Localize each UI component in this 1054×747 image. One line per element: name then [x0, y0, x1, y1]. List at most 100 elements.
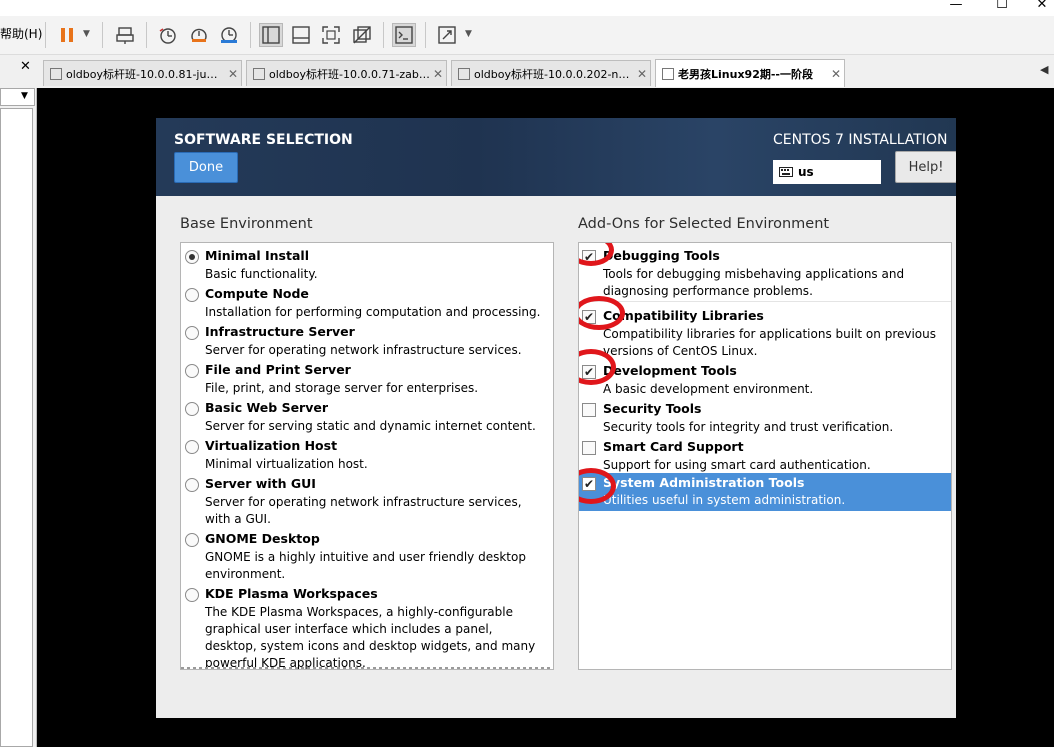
library-tree[interactable] [0, 108, 33, 747]
window-title-bar: — ☐ ✕ [0, 0, 1054, 16]
addon-desc: Support for using smart card authenticat… [603, 458, 871, 472]
vm-icon [662, 67, 674, 80]
send-keys-icon[interactable] [114, 23, 138, 47]
revert-snapshot-icon[interactable] [187, 23, 211, 47]
vm-icon [50, 67, 62, 80]
library-dropdown[interactable]: ▼ [0, 88, 35, 106]
env-desc: Server for operating network infrastruct… [205, 343, 522, 357]
tab-label: oldboy标杆班-10.0.0.81-jum... [66, 67, 225, 81]
console-icon[interactable] [392, 23, 416, 47]
addons-list[interactable]: ✔ Debugging Tools Tools for debugging mi… [578, 242, 952, 670]
close-icon[interactable]: ✕ [828, 67, 844, 81]
env-desc: Basic functionality. [205, 267, 318, 281]
env-desc: The KDE Plasma Workspaces, a highly-conf… [205, 605, 536, 670]
addon-desc: Compatibility libraries for applications… [603, 327, 936, 358]
maximize-button[interactable]: ☐ [982, 0, 1022, 12]
anaconda-installer: SOFTWARE SELECTION Done CENTOS 7 INSTALL… [156, 118, 956, 718]
tab-label: oldboy标杆班-10.0.0.202-ne... [474, 67, 634, 81]
close-library-icon[interactable]: ✕ [20, 59, 31, 74]
env-gnome-desktop[interactable]: GNOME Desktop GNOME is a highly intuitiv… [181, 530, 553, 583]
radio-button[interactable] [185, 533, 199, 547]
env-desc: Server for operating network infrastruct… [205, 495, 522, 526]
env-kde-plasma[interactable]: KDE Plasma Workspaces The KDE Plasma Wor… [181, 585, 553, 670]
close-icon[interactable]: ✕ [430, 67, 446, 81]
chevron-down-icon: ▼ [21, 91, 28, 101]
env-minimal-install[interactable]: Minimal Install Basic functionality. [181, 247, 553, 283]
addon-debugging-tools[interactable]: ✔ Debugging Tools Tools for debugging mi… [579, 247, 951, 300]
radio-button[interactable] [185, 588, 199, 602]
toolbar-separator [250, 22, 251, 48]
env-basic-web-server[interactable]: Basic Web Server Server for serving stat… [181, 399, 553, 435]
env-name: Basic Web Server [205, 400, 329, 415]
chevron-down-icon[interactable]: ▼ [465, 29, 472, 39]
keyboard-layout-indicator[interactable]: us [773, 160, 881, 184]
stretch-guest-icon[interactable] [435, 23, 459, 47]
vm-icon [458, 67, 470, 80]
addon-name: Security Tools [603, 401, 702, 416]
env-name: Compute Node [205, 286, 309, 301]
env-desc: GNOME is a highly intuitive and user fri… [205, 550, 526, 581]
env-virtualization-host[interactable]: Virtualization Host Minimal virtualizati… [181, 437, 553, 473]
addon-system-administration-tools[interactable]: ✔ System Administration Tools Utilities … [579, 473, 951, 511]
product-title: CENTOS 7 INSTALLATION [773, 132, 948, 148]
tab-label: 老男孩Linux92期--一阶段 [678, 67, 813, 81]
vmware-toolbar: 帮助(H) ▼ ▼ [0, 16, 1054, 55]
env-name: KDE Plasma Workspaces [205, 586, 378, 601]
env-desc: File, print, and storage server for ente… [205, 381, 479, 395]
tab-vm-ne[interactable]: oldboy标杆班-10.0.0.202-ne... ✕ [451, 60, 651, 86]
close-icon[interactable]: ✕ [225, 67, 241, 81]
env-name: GNOME Desktop [205, 531, 320, 546]
addon-name: Smart Card Support [603, 439, 744, 454]
addon-compatibility-libraries[interactable]: ✔ Compatibility Libraries Compatibility … [579, 307, 951, 360]
show-thumbnail-icon[interactable] [289, 23, 313, 47]
radio-button[interactable] [185, 364, 199, 378]
radio-button[interactable] [185, 440, 199, 454]
done-button[interactable]: Done [174, 152, 238, 183]
addon-name: Compatibility Libraries [603, 308, 764, 323]
base-environment-list[interactable]: Minimal Install Basic functionality. Com… [180, 242, 554, 670]
radio-button[interactable] [185, 250, 199, 264]
addon-development-tools[interactable]: ✔ Development Tools A basic development … [579, 362, 951, 398]
toolbar-separator [146, 22, 147, 48]
toolbar-separator [383, 22, 384, 48]
help-button[interactable]: Help! [895, 151, 956, 183]
tab-vm-jump[interactable]: oldboy标杆班-10.0.0.81-jum... ✕ [43, 60, 242, 86]
radio-button[interactable] [185, 288, 199, 302]
env-desc: Installation for performing computation … [205, 305, 541, 319]
chevron-down-icon[interactable]: ▼ [83, 29, 90, 39]
installer-header: SOFTWARE SELECTION Done CENTOS 7 INSTALL… [156, 118, 956, 196]
tab-vm-zabbix[interactable]: oldboy标杆班-10.0.0.71-zabbix ✕ [246, 60, 447, 86]
radio-button[interactable] [185, 402, 199, 416]
addons-heading: Add-Ons for Selected Environment [578, 216, 830, 232]
checkbox[interactable] [582, 403, 596, 417]
snapshot-manager-icon[interactable] [217, 23, 241, 47]
minimize-button[interactable]: — [936, 0, 976, 12]
pause-icon[interactable] [55, 23, 79, 47]
tab-scroll-left-icon[interactable]: ◀ [1040, 63, 1048, 76]
env-compute-node[interactable]: Compute Node Installation for performing… [181, 285, 553, 321]
env-file-print-server[interactable]: File and Print Server File, print, and s… [181, 361, 553, 397]
env-infrastructure-server[interactable]: Infrastructure Server Server for operati… [181, 323, 553, 359]
checkbox[interactable] [582, 441, 596, 455]
addon-security-tools[interactable]: Security Tools Security tools for integr… [579, 400, 951, 436]
radio-button[interactable] [185, 326, 199, 340]
base-environment-heading: Base Environment [180, 216, 313, 232]
toolbar-separator [102, 22, 103, 48]
tab-vm-linux92[interactable]: 老男孩Linux92期--一阶段 ✕ [655, 59, 845, 87]
env-desc: Server for serving static and dynamic in… [205, 419, 536, 433]
env-name: Infrastructure Server [205, 324, 355, 339]
radio-button[interactable] [185, 478, 199, 492]
snapshot-icon[interactable] [156, 23, 180, 47]
full-screen-icon[interactable] [319, 23, 343, 47]
env-name: Minimal Install [205, 248, 309, 263]
addon-desc: A basic development environment. [603, 382, 814, 396]
show-library-icon[interactable] [259, 23, 283, 47]
close-window-button[interactable]: ✕ [1030, 0, 1054, 12]
addon-smart-card-support[interactable]: Smart Card Support Support for using sma… [579, 438, 951, 474]
menu-help[interactable]: 帮助(H) [0, 25, 42, 42]
env-server-with-gui[interactable]: Server with GUI Server for operating net… [181, 475, 553, 528]
unity-icon[interactable] [350, 23, 374, 47]
addon-name: Development Tools [603, 363, 737, 378]
env-name: Virtualization Host [205, 438, 338, 453]
close-icon[interactable]: ✕ [634, 67, 650, 81]
